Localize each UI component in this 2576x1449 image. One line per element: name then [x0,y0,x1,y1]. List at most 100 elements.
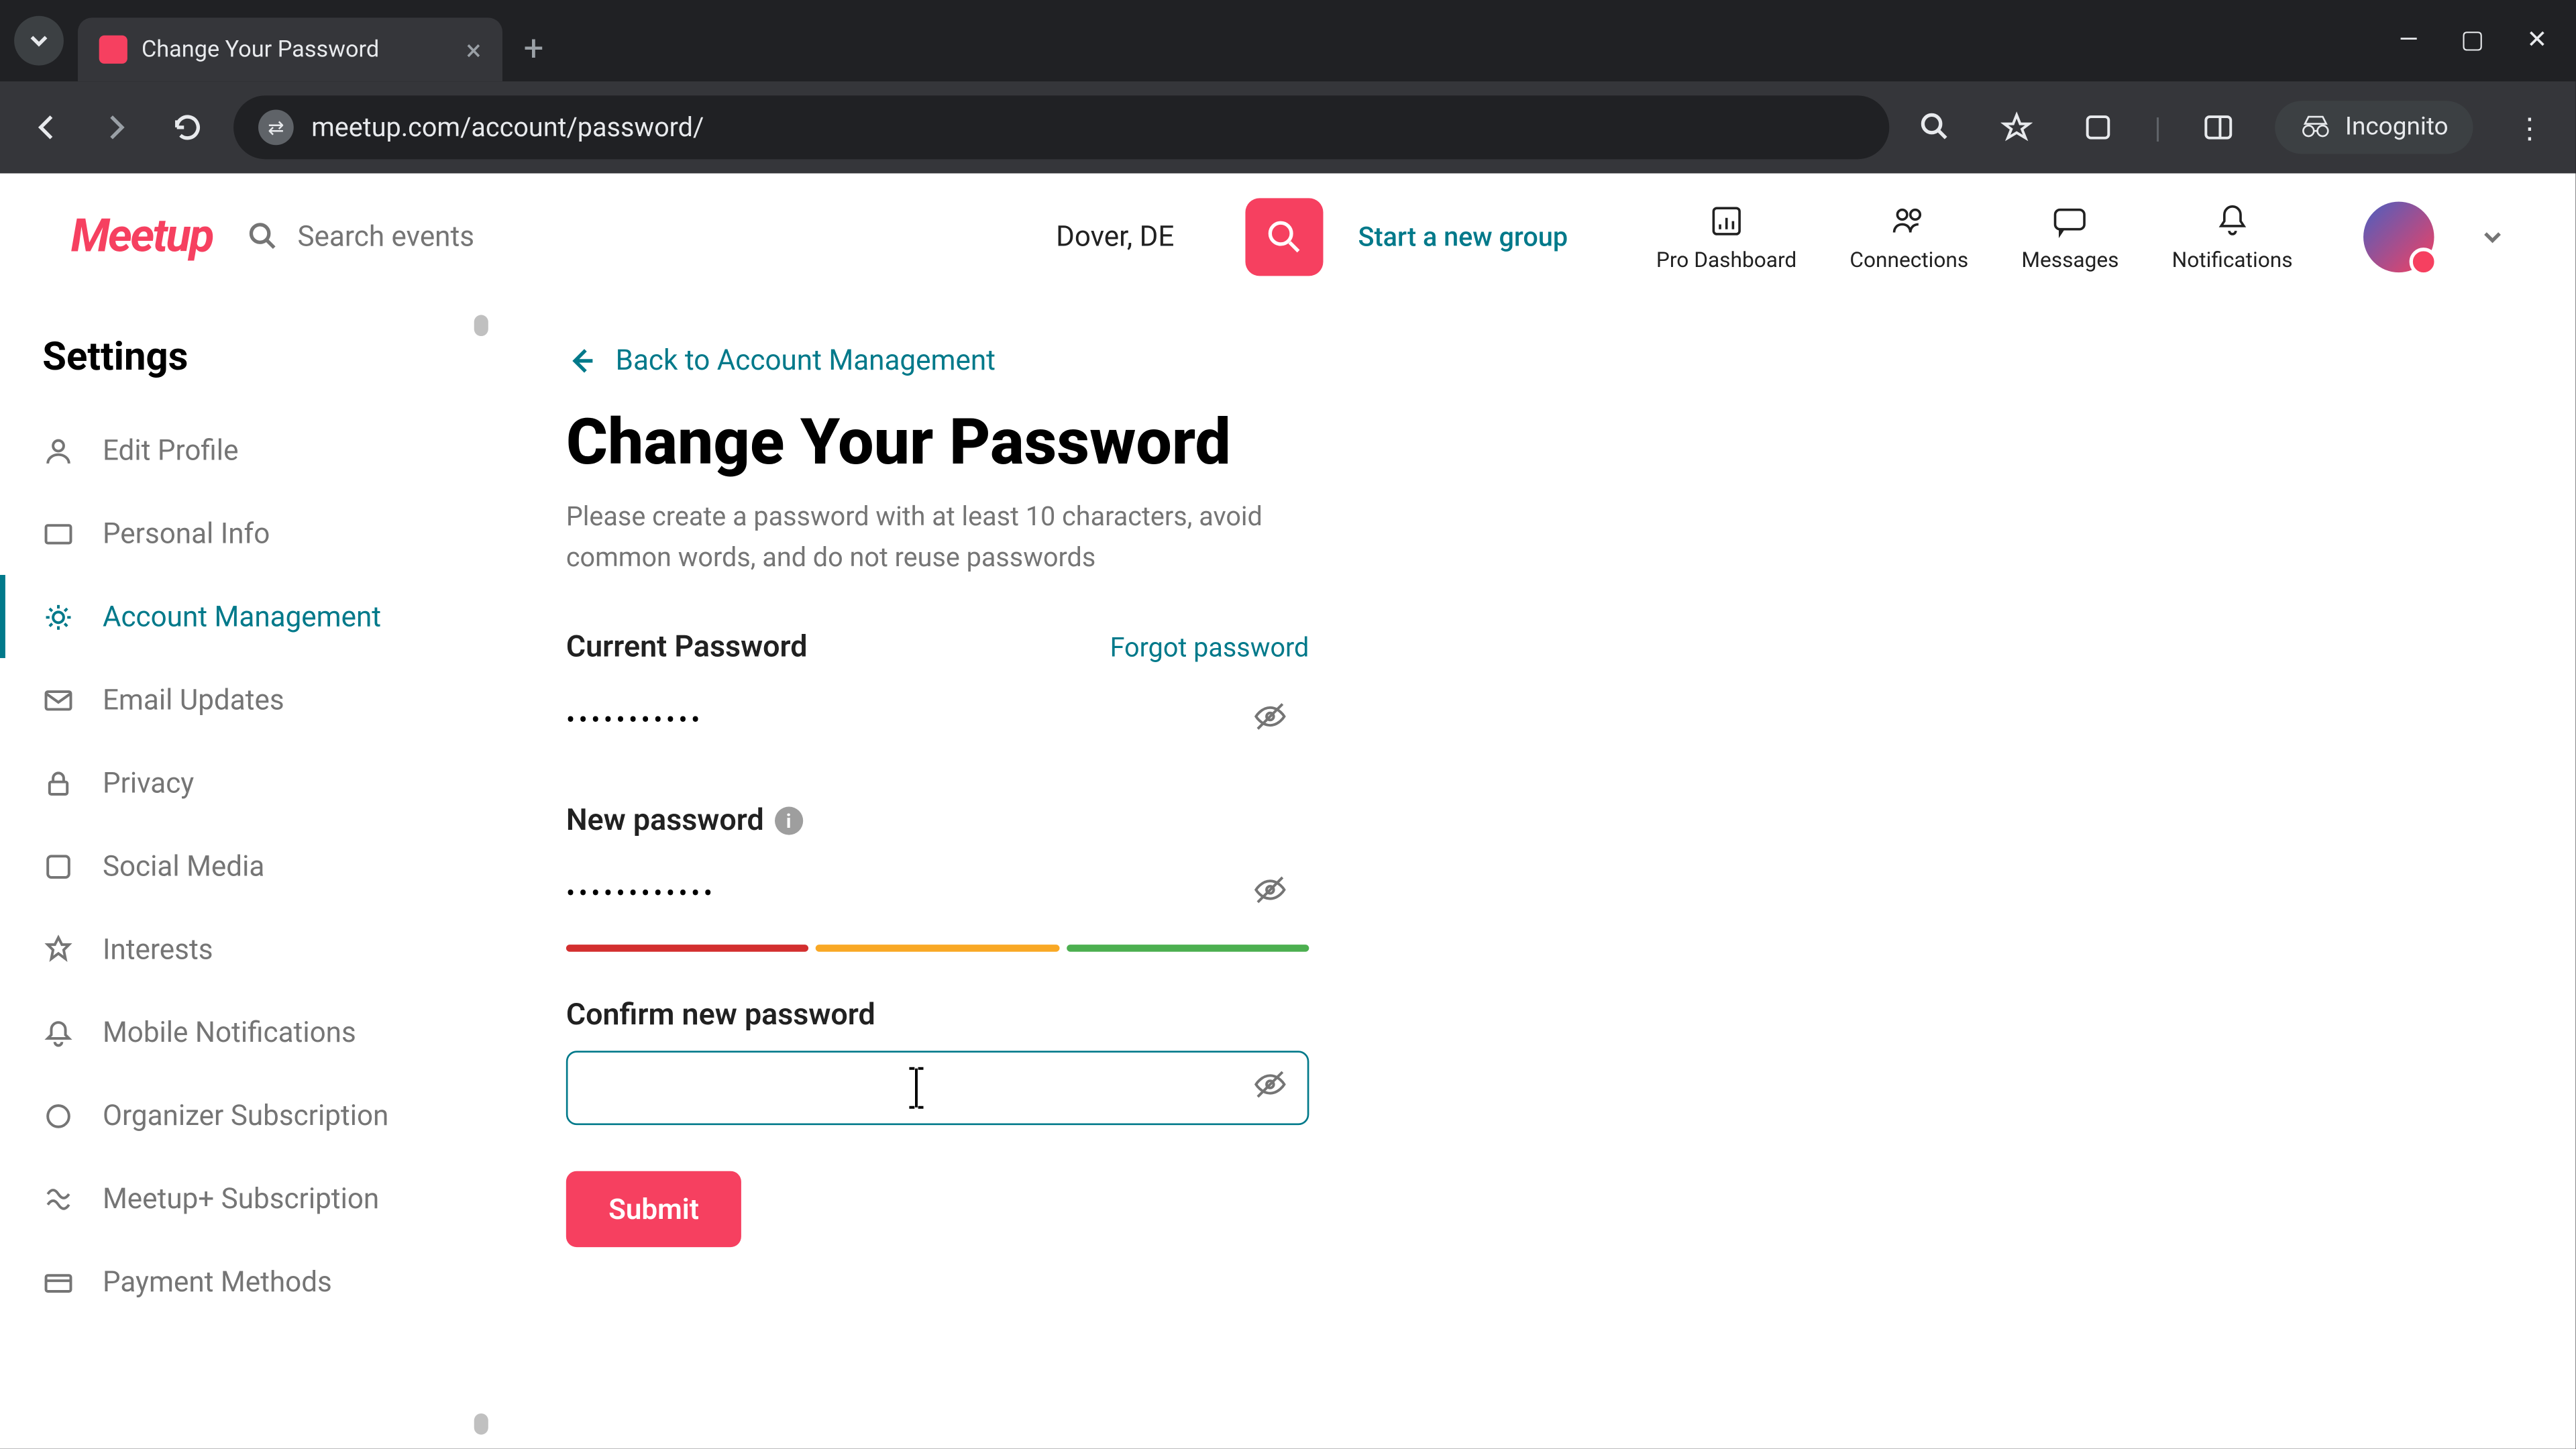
toggle-visibility-button[interactable] [1252,699,1288,741]
page-title: Change Your Password [566,405,2505,480]
header-nav: Pro Dashboard Connections Messages Notif… [1656,201,2293,271]
reload-button[interactable] [163,103,213,152]
person-icon [42,434,74,466]
sidebar-item-label: Organizer Subscription [103,1099,388,1132]
sidebar-item-label: Privacy [103,766,194,800]
sidebar-item-personal-info[interactable]: Personal Info [0,492,495,575]
search-placeholder: Search events [297,219,474,253]
sidebar-item-payment-methods[interactable]: Payment Methods [0,1240,495,1324]
sidebar-item-label: Edit Profile [103,433,239,467]
sidebar-item-label: Meetup+ Subscription [103,1182,379,1216]
side-panel-button[interactable] [2193,103,2243,152]
back-button[interactable] [21,103,71,152]
tab-title: Change Your Password [142,36,452,63]
people-icon [1890,201,1929,239]
avatar-badge-icon [2410,247,2438,275]
extensions-button[interactable] [2073,103,2123,152]
site-info-icon[interactable]: ⇄ [258,109,294,145]
sidebar-item-interests[interactable]: Interests [0,908,495,991]
sidebar-item-meetup-subscription[interactable]: Meetup+ Subscription [0,1157,495,1240]
start-group-link[interactable]: Start a new group [1358,220,1568,252]
chevron-down-icon [28,30,50,52]
nav-pro-dashboard[interactable]: Pro Dashboard [1656,201,1796,271]
search-toolbar-button[interactable] [1910,103,1960,152]
info-icon[interactable]: i [775,806,803,835]
minimize-button[interactable]: — [2399,27,2418,55]
browser-toolbar: ⇄ meetup.com/account/password/ | Incogni… [0,81,2575,173]
url-text: meetup.com/account/password/ [311,111,704,143]
new-tab-button[interactable]: + [524,27,544,69]
scroll-up-arrow[interactable] [474,315,488,336]
star-icon [42,933,74,965]
current-password-input[interactable] [566,683,1309,757]
current-password-field: Current Password Forgot password [566,630,1309,757]
address-bar[interactable]: ⇄ meetup.com/account/password/ [233,95,1889,159]
incognito-label: Incognito [2345,113,2449,142]
password-strength-meter [566,945,1309,952]
eye-off-icon [1252,1067,1288,1102]
sidebar-item-social-media[interactable]: Social Media [0,824,495,908]
plus-icon [42,1183,74,1214]
tab-favicon [99,36,127,64]
scroll-down-arrow[interactable] [474,1413,488,1435]
nav-messages[interactable]: Messages [2021,201,2118,271]
strength-bar-strong [1066,945,1309,952]
message-icon [2051,201,2090,239]
site-header: Meetup Search events Dover, DE Start a n… [0,173,2575,301]
sidebar-item-edit-profile[interactable]: Edit Profile [0,409,495,492]
sidebar-item-email-updates[interactable]: Email Updates [0,658,495,741]
new-password-label: New password i [566,803,803,839]
browser-tab[interactable]: Change Your Password × [78,17,502,81]
sidebar-item-label: Payment Methods [103,1265,332,1298]
gear-icon [42,600,74,632]
sidebar-item-label: Account Management [103,600,381,633]
arrow-left-icon [30,111,62,143]
incognito-indicator[interactable]: Incognito [2274,101,2473,154]
sidebar-title: Settings [0,336,495,409]
sidebar-item-mobile-notifications[interactable]: Mobile Notifications [0,991,495,1074]
new-password-field: New password i [566,803,1309,952]
sidebar-item-privacy[interactable]: Privacy [0,741,495,824]
search-submit-button[interactable] [1245,197,1323,275]
confirm-password-label: Confirm new password [566,998,875,1033]
page-description: Please create a password with at least 1… [566,497,1309,577]
puzzle-icon [2082,111,2113,143]
sidebar-item-label: Email Updates [103,683,284,716]
bookmark-button[interactable] [1992,103,2041,152]
settings-sidebar: Settings Edit Profile Personal Info Accoun… [0,301,495,1448]
maximize-button[interactable]: ▢ [2461,27,2484,55]
search-events-input[interactable]: Search events [248,219,779,253]
close-window-button[interactable]: ✕ [2526,27,2547,55]
nav-connections[interactable]: Connections [1849,201,1968,271]
toggle-visibility-button[interactable] [1252,1067,1288,1109]
reload-icon [172,111,203,143]
window-controls: — ▢ ✕ [2399,27,2561,55]
nav-notifications[interactable]: Notifications [2172,201,2293,271]
sidebar-item-label: Social Media [103,849,264,883]
sidebar-item-organizer-subscription[interactable]: Organizer Subscription [0,1074,495,1157]
user-avatar[interactable] [2363,201,2434,271]
toggle-visibility-button[interactable] [1252,872,1288,914]
search-icon [1919,111,1951,143]
new-password-input[interactable] [566,856,1309,930]
panel-icon [2202,111,2233,143]
forgot-password-link[interactable]: Forgot password [1110,631,1309,663]
location-selector[interactable]: Dover, DE [1056,219,1174,253]
sidebar-item-account-management[interactable]: Account Management [0,575,495,658]
strength-bar-medium [816,945,1059,952]
confirm-password-input[interactable] [566,1051,1309,1125]
back-to-account-link[interactable]: Back to Account Management [566,343,2505,377]
meetup-logo[interactable]: Meetup [70,209,212,262]
submit-button[interactable]: Submit [566,1171,741,1247]
tab-search-button[interactable] [14,16,64,66]
browser-menu-button[interactable]: ⋮ [2505,103,2555,152]
bell-icon [42,1016,74,1048]
id-icon [42,517,74,549]
page-content: Meetup Search events Dover, DE Start a n… [0,173,2575,1448]
forward-button[interactable] [92,103,142,152]
arrow-right-icon [101,111,132,143]
eye-off-icon [1252,699,1288,735]
tab-close-button[interactable]: × [466,33,482,66]
star-icon [2000,111,2032,143]
chevron-down-icon[interactable] [2480,224,2505,249]
